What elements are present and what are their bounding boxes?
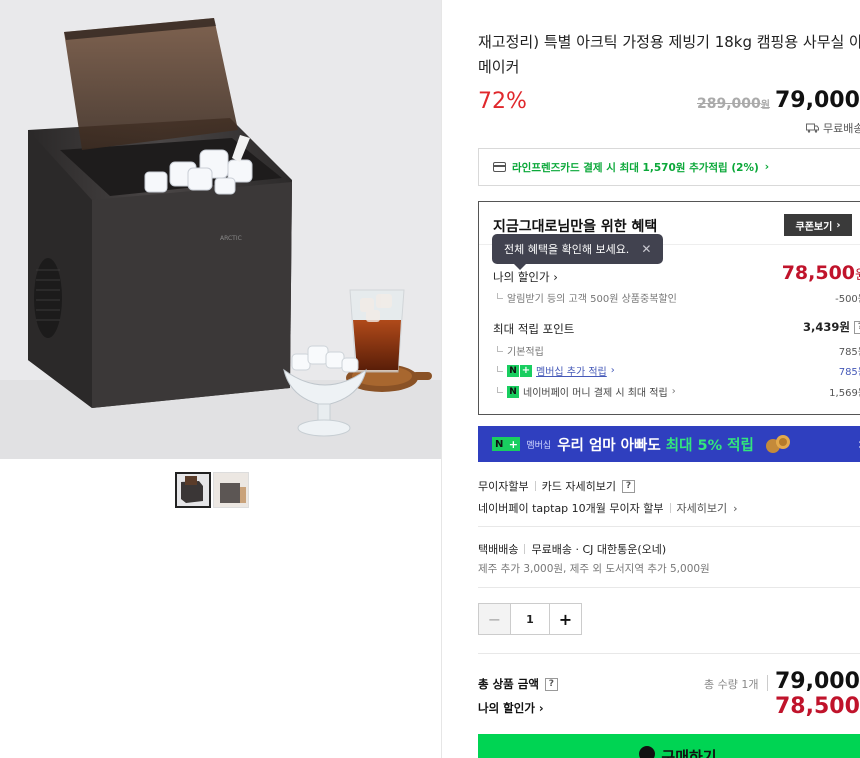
- divider: [478, 587, 860, 588]
- delivery-extra: 제주 추가 3,000원, 제주 외 도서지역 추가 5,000원: [478, 563, 710, 575]
- taptap-text: 네이버페이 taptap 10개월 무이자 할부: [478, 502, 664, 515]
- buy-button-label: 구매하기: [661, 748, 717, 758]
- coins-icon: [765, 435, 790, 453]
- max-point-label: 최대 적립 포인트: [493, 322, 575, 336]
- thumbnail-2[interactable]: [213, 472, 249, 508]
- basic-point-value: 785원: [838, 347, 860, 358]
- my-discount-link[interactable]: 나의 할인가 ›: [493, 269, 558, 285]
- delivery-type: 택배배송: [478, 543, 519, 556]
- main-product-image[interactable]: ARCTIC: [0, 0, 441, 459]
- membership-banner[interactable]: N + 멤버십 우리 엄마 아빠도 최대 5% 적립 ›: [478, 426, 860, 462]
- tree-connector: [497, 345, 503, 352]
- help-icon[interactable]: ?: [544, 677, 558, 691]
- total-label: 총 상품 금액?: [478, 676, 558, 692]
- tree-connector: [497, 386, 503, 393]
- membership-point-value: 785원: [838, 367, 860, 378]
- tooltip-text: 전체 혜택을 확인해 보세요.: [504, 243, 630, 256]
- coupon-view-button[interactable]: 쿠폰보기 ›: [784, 214, 852, 236]
- npay-point-value: 1,569원: [829, 388, 860, 399]
- naver-n-icon: N: [492, 437, 507, 451]
- sale-price: 79,000원: [775, 88, 860, 113]
- chevron-right-icon: ›: [610, 365, 615, 376]
- brand-logo: ARCTIC: [220, 235, 242, 242]
- total-my-discount-price: 78,500원: [775, 694, 860, 719]
- plus-icon: +: [506, 437, 521, 451]
- product-title: 재고정리) 특별 아크틱 가정용 제빙기 18kg 캠핑용 사무실 아이스 메이…: [478, 33, 860, 76]
- membership-link[interactable]: 멤버십 추가 적립: [536, 363, 607, 378]
- total-my-discount-link[interactable]: 나의 할인가 ›: [478, 700, 544, 716]
- thumbnail-list: [175, 472, 249, 508]
- thumbnail-1[interactable]: [175, 472, 211, 508]
- delivery-info: 무료배송 · CJ 대한통운(오네): [531, 543, 667, 556]
- installment-label: 무이자할부: [478, 480, 529, 493]
- chevron-right-icon: ›: [836, 219, 841, 231]
- my-discount-price: 78,500원: [781, 262, 860, 284]
- separator: [534, 481, 536, 491]
- chevron-right-icon: ›: [534, 701, 544, 715]
- membership-point-row[interactable]: N + 멤버십 추가 적립 ›: [497, 363, 615, 378]
- product-info-panel: 재고정리) 특별 아크틱 가정용 제빙기 18kg 캠핑용 사무실 아이스 메이…: [442, 0, 860, 758]
- separator: [524, 544, 526, 554]
- quantity-increase-button[interactable]: +: [549, 604, 581, 634]
- naver-n-icon: N: [507, 364, 519, 377]
- basic-point-row: 기본적립: [497, 343, 544, 358]
- quantity-stepper: − 1 +: [478, 603, 582, 635]
- original-price: 289,000원: [697, 96, 770, 112]
- separator: [767, 675, 768, 691]
- total-quantity: 총 수량 1개: [704, 678, 759, 691]
- help-icon[interactable]: ?: [621, 479, 635, 493]
- card-promo-text: 라인프렌즈카드 결제 시 최대 1,570원 추가적립 (2%): [512, 161, 759, 174]
- chevron-right-icon: ›: [764, 161, 770, 173]
- card-detail-link[interactable]: 카드 자세히보기: [542, 478, 616, 494]
- buy-button[interactable]: 구매하기: [478, 734, 860, 758]
- help-icon[interactable]: ?: [854, 320, 860, 334]
- credit-card-icon: [493, 162, 506, 172]
- product-gallery: ARCTIC: [0, 0, 441, 758]
- taptap-row: 네이버페이 taptap 10개월 무이자 할부 자세히보기 ›: [478, 500, 738, 516]
- benefit-title: 지금그대로님만을 위한 혜택: [493, 219, 658, 235]
- benefit-tooltip: 전체 혜택을 확인해 보세요. ✕: [492, 234, 664, 270]
- chevron-right-icon: ›: [671, 386, 676, 397]
- delivery-row: 택배배송 무료배송 · CJ 대한통운(오네): [478, 541, 666, 557]
- quantity-value[interactable]: 1: [511, 604, 549, 634]
- discount-rate: 72%: [478, 89, 527, 114]
- shipping-info: 무료배송: [806, 120, 860, 136]
- benefit-box: 지금그대로님만을 위한 혜택 쿠폰보기 › 전체 혜택을 확인해 보세요. ✕ 나…: [478, 201, 860, 415]
- divider: [478, 653, 860, 654]
- separator: [669, 503, 671, 513]
- tree-connector: [497, 292, 503, 299]
- chevron-right-icon: ›: [549, 270, 558, 284]
- npay-label: 네이버페이 머니 결제 시 최대 적립: [523, 388, 668, 399]
- shipping-label: 무료배송: [823, 122, 860, 135]
- naver-pay-icon: N: [507, 385, 519, 398]
- close-icon[interactable]: ✕: [641, 242, 651, 256]
- plus-icon: +: [520, 364, 532, 377]
- alarm-discount-row: 알림받기 등의 고객 500원 상품중복할인: [497, 290, 677, 305]
- banner-tag: 멤버십: [526, 440, 552, 451]
- quantity-decrease-button[interactable]: −: [479, 604, 511, 634]
- banner-text: 우리 엄마 아빠도 최대 5% 적립: [557, 437, 754, 454]
- tree-connector: [497, 365, 503, 372]
- card-promo-box[interactable]: 라인프렌즈카드 결제 시 최대 1,570원 추가적립 (2%) ›: [478, 148, 860, 186]
- detail-link[interactable]: 자세히보기: [677, 500, 728, 516]
- naver-pay-icon: [639, 746, 656, 758]
- total-price: 79,000원: [775, 669, 860, 694]
- truck-icon: [806, 123, 819, 133]
- alarm-discount-value: -500원: [835, 294, 860, 305]
- divider: [478, 526, 860, 527]
- installment-row: 무이자할부 카드 자세히보기 ?: [478, 478, 635, 494]
- npay-point-row[interactable]: N 네이버페이 머니 결제 시 최대 적립 ›: [497, 384, 676, 399]
- max-point-value: 3,439원?: [803, 319, 860, 335]
- chevron-right-icon: ›: [733, 501, 738, 515]
